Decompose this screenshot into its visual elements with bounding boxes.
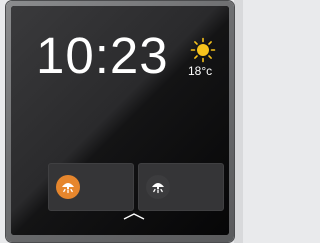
light-fixture-icon bbox=[146, 175, 170, 199]
background-panel bbox=[234, 0, 243, 243]
device-card-2[interactable] bbox=[138, 163, 224, 211]
light-fixture-icon bbox=[56, 175, 80, 199]
sun-icon bbox=[190, 37, 216, 63]
clock-time: 10:23 bbox=[36, 27, 169, 84]
temperature-readout: 18°c bbox=[188, 64, 212, 78]
temperature-unit: °c bbox=[201, 64, 213, 78]
device-card-1[interactable] bbox=[48, 163, 134, 211]
temperature-value: 18 bbox=[188, 64, 202, 78]
chevron-up-icon[interactable] bbox=[122, 212, 146, 220]
